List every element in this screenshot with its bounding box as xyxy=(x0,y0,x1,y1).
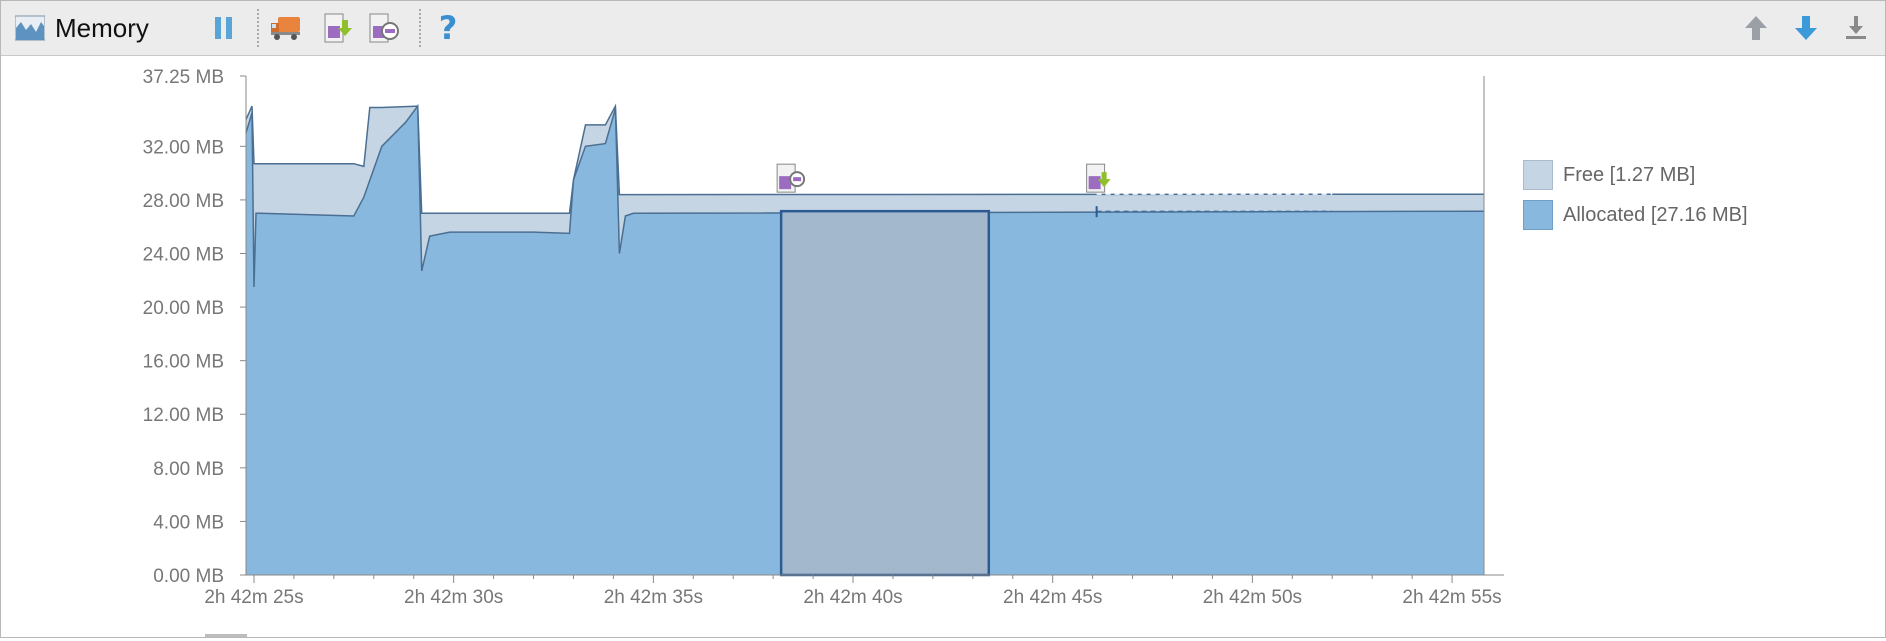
dump-heap-button[interactable] xyxy=(321,11,355,45)
legend-item-allocated: Allocated [27.16 MB] xyxy=(1523,200,1748,230)
chart-legend: Free [1.27 MB] Allocated [27.16 MB] xyxy=(1523,160,1748,240)
allocation-tracking-icon xyxy=(369,13,399,43)
legend-swatch-free xyxy=(1523,160,1553,190)
gc-button[interactable] xyxy=(269,11,303,45)
y-tick-label: 0.00 MB xyxy=(153,566,224,587)
allocation-tracking-button[interactable] xyxy=(367,11,401,45)
question-icon: ? xyxy=(438,9,458,47)
x-tick-label: 2h 42m 25s xyxy=(204,587,303,608)
memory-monitor-panel: Memory ? 0.00 MB 4.00 MB 8.00 MB 12.00 M… xyxy=(0,0,1886,638)
panel-resize-handle[interactable] xyxy=(205,634,247,637)
y-tick-label: 12.00 MB xyxy=(143,405,224,426)
panel-title: Memory xyxy=(55,13,149,43)
download-icon xyxy=(1846,16,1866,39)
x-tick-label: 2h 42m 55s xyxy=(1402,587,1501,608)
arrow-up-icon xyxy=(1745,16,1767,40)
y-tick-label: 16.00 MB xyxy=(143,352,224,373)
x-tick-label: 2h 42m 40s xyxy=(803,587,902,608)
y-tick-label: 24.00 MB xyxy=(143,244,224,265)
toolbar: Memory ? xyxy=(1,1,1885,56)
y-tick-label: 4.00 MB xyxy=(153,512,224,533)
scroll-down-button[interactable] xyxy=(1789,11,1823,45)
arrow-down-icon xyxy=(1795,16,1817,40)
y-tick-label: 37.25 MB xyxy=(143,67,224,88)
pause-icon xyxy=(215,17,232,39)
allocation-tracking-marker-icon[interactable] xyxy=(776,163,806,193)
pause-button[interactable] xyxy=(207,11,241,45)
x-tick-label: 2h 42m 50s xyxy=(1203,587,1302,608)
heap-dump-marker-icon[interactable] xyxy=(1086,163,1111,193)
selection-range[interactable] xyxy=(779,209,991,577)
y-tick-label: 28.00 MB xyxy=(143,191,224,212)
export-button[interactable] xyxy=(1839,11,1873,45)
legend-swatch-allocated xyxy=(1523,200,1553,230)
legend-label-allocated: Allocated [27.16 MB] xyxy=(1563,203,1748,226)
x-tick-label: 2h 42m 45s xyxy=(1003,587,1102,608)
y-tick-label: 8.00 MB xyxy=(153,459,224,480)
memory-chart-area[interactable]: 0.00 MB 4.00 MB 8.00 MB 12.00 MB 16.00 MB 20.… xyxy=(1,56,1885,638)
legend-item-free: Free [1.27 MB] xyxy=(1523,160,1748,190)
y-tick-label: 32.00 MB xyxy=(143,137,224,158)
memory-chart-icon xyxy=(14,14,46,42)
toolbar-separator xyxy=(419,9,421,47)
scroll-up-button[interactable] xyxy=(1739,11,1773,45)
dump-java-heap-icon xyxy=(324,13,352,43)
toolbar-separator xyxy=(257,9,259,47)
y-tick-label: 20.00 MB xyxy=(143,298,224,319)
x-tick-label: 2h 42m 35s xyxy=(604,587,703,608)
x-tick-label: 2h 42m 30s xyxy=(404,587,503,608)
garbage-truck-icon xyxy=(271,17,300,40)
legend-label-free: Free [1.27 MB] xyxy=(1563,163,1696,186)
help-button[interactable]: ? xyxy=(431,9,465,47)
memory-chart[interactable]: 0.00 MB 4.00 MB 8.00 MB 12.00 MB 16.00 MB 20.… xyxy=(1,56,1885,636)
